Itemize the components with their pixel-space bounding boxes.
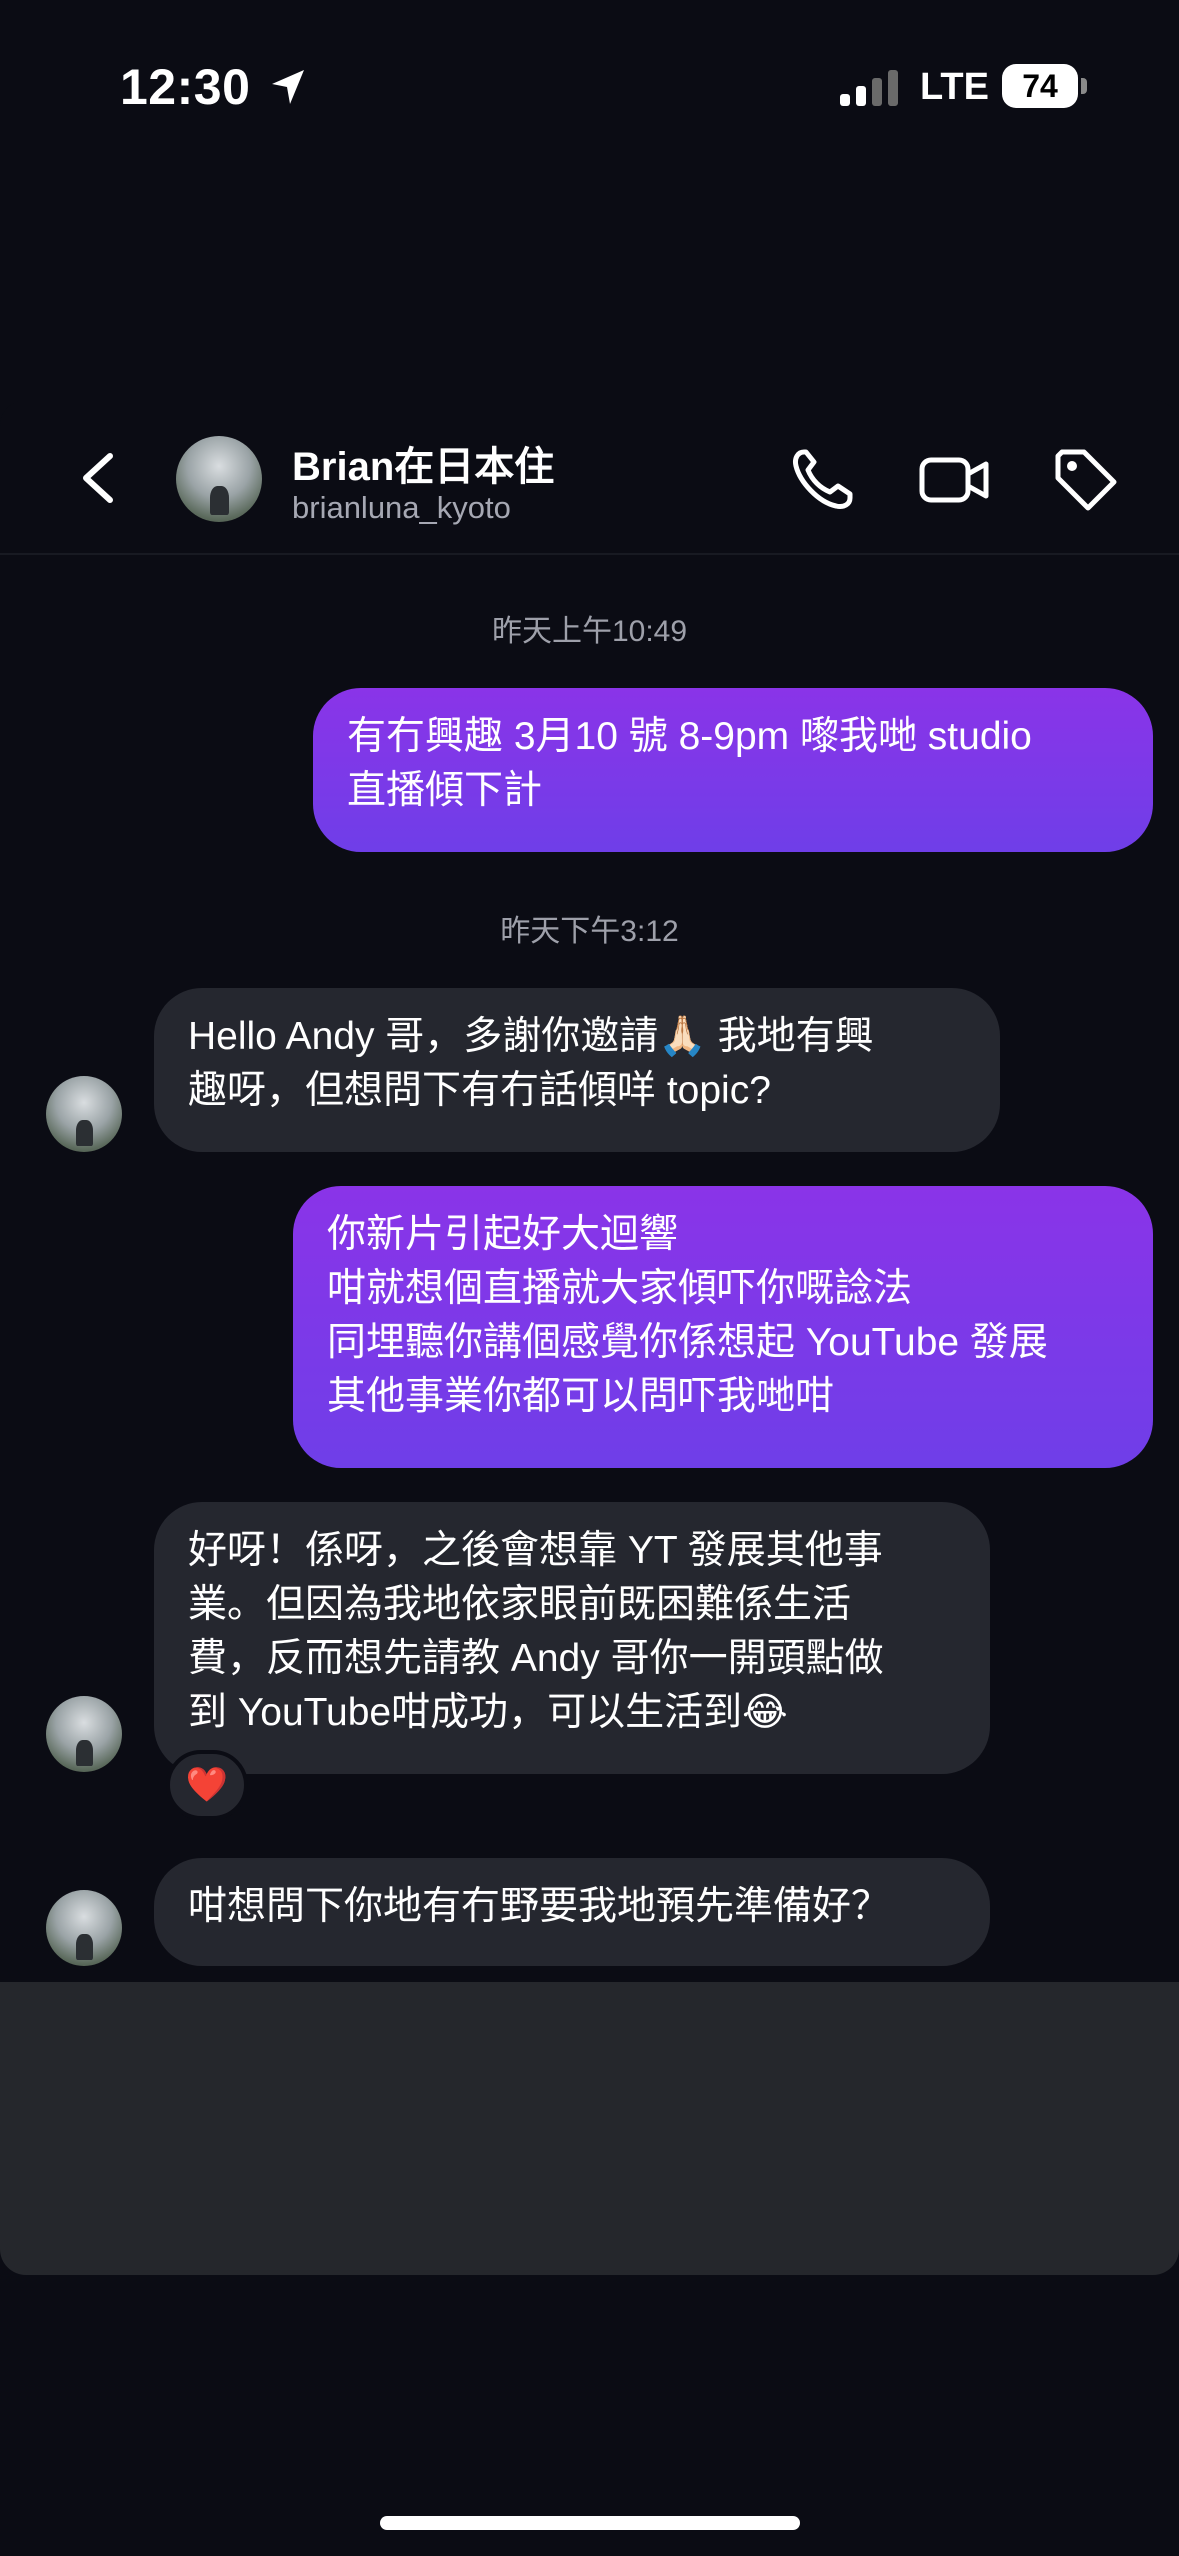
status-bar: 12:30 LTE 74 bbox=[0, 0, 1179, 175]
heart-reaction[interactable]: ❤️ bbox=[166, 1750, 248, 1820]
contact-name[interactable]: Brian在日本住 bbox=[292, 434, 554, 492]
cellular-signal-icon bbox=[840, 70, 898, 106]
incoming-message[interactable]: 咁想問下你地有冇野要我地預先準備好？ bbox=[154, 1858, 990, 1966]
message-timestamp: 昨天上午10:49 bbox=[491, 615, 688, 648]
battery-cap bbox=[1081, 78, 1087, 94]
network-type: LTE bbox=[920, 66, 989, 108]
status-time: 12:30 bbox=[120, 59, 251, 115]
chat-body: Brian在日本住 brianluna_kyoto 昨天上午10:49 有冇興趣… bbox=[0, 400, 1179, 1982]
chat-header: Brian在日本住 brianluna_kyoto bbox=[0, 400, 1179, 555]
tag-icon[interactable] bbox=[1048, 442, 1124, 518]
battery-icon: 74 bbox=[1002, 64, 1088, 108]
location-arrow-icon bbox=[272, 70, 304, 104]
sender-avatar[interactable] bbox=[46, 1696, 122, 1772]
incoming-message[interactable]: 好呀！係呀，之後會想靠 YT 發展其他事 業。但因為我地依家眼前既困難係生活 費… bbox=[154, 1502, 990, 1774]
video-call-icon[interactable] bbox=[916, 442, 992, 518]
back-chevron-icon[interactable] bbox=[72, 442, 128, 514]
composer-area bbox=[0, 1982, 1179, 2275]
contact-handle[interactable]: brianluna_kyoto bbox=[292, 490, 511, 526]
phone-call-icon[interactable] bbox=[784, 442, 860, 518]
contact-avatar[interactable] bbox=[176, 436, 262, 522]
outgoing-message[interactable]: 你新片引起好大迴響 咁就想個直播就大家傾吓你嘅諗法 同埋聽你講個感覺你係想起 Y… bbox=[293, 1186, 1153, 1468]
sender-avatar[interactable] bbox=[46, 1076, 122, 1152]
chat-window: Brian在日本住 brianluna_kyoto 昨天上午10:49 有冇興趣… bbox=[0, 400, 1179, 2275]
message-timestamp: 昨天下午3:12 bbox=[500, 915, 679, 948]
sender-avatar[interactable] bbox=[46, 1890, 122, 1966]
incoming-message[interactable]: Hello Andy 哥，多謝你邀請🙏🏻 我地有興 趣呀，但想問下有冇話傾咩 t… bbox=[154, 988, 1000, 1152]
battery-level: 74 bbox=[1002, 64, 1078, 108]
home-indicator[interactable] bbox=[380, 2516, 800, 2530]
outgoing-message[interactable]: 有冇興趣 3月10 號 8-9pm 嚟我哋 studio 直播傾下計 bbox=[313, 688, 1153, 852]
